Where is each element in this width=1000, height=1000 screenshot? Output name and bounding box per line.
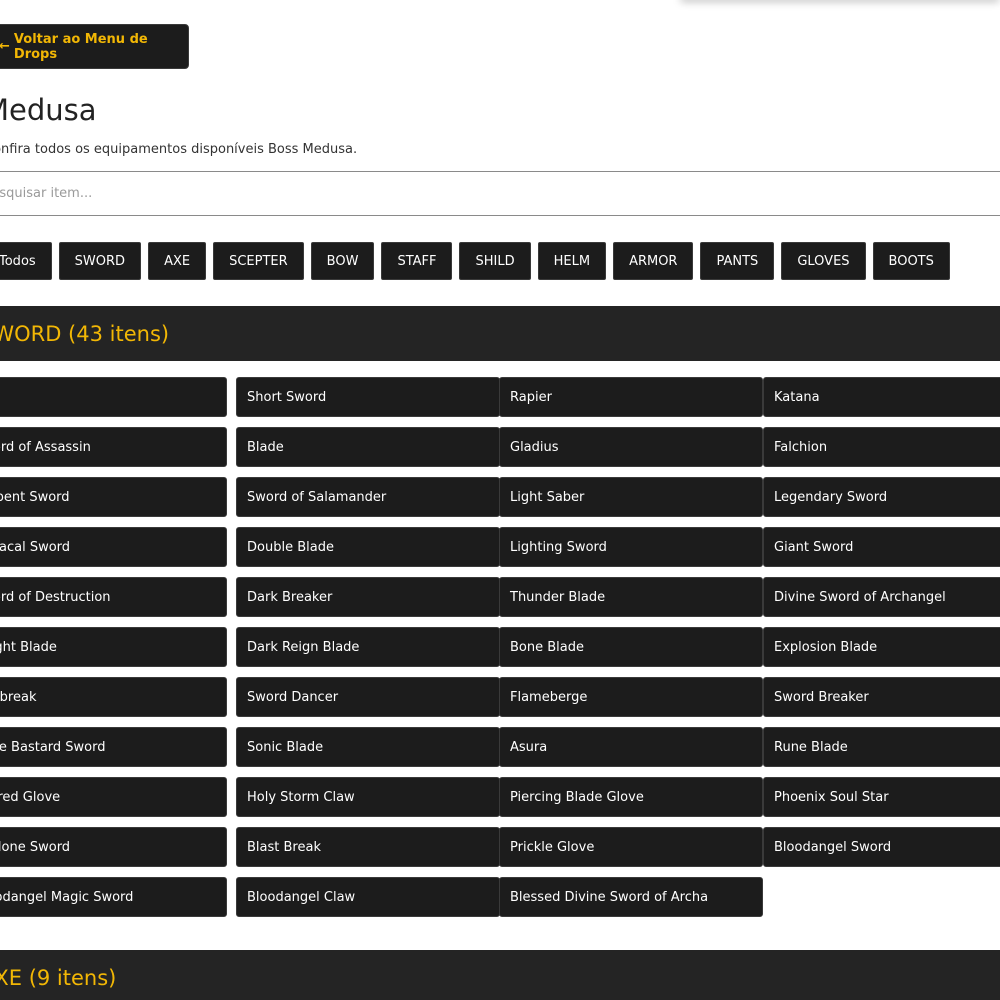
item-card[interactable]: Lighting Sword (499, 527, 763, 567)
filter-button-helm[interactable]: HELM (537, 242, 607, 280)
item-card[interactable]: Heliacal Sword (0, 527, 227, 567)
filter-button-todos[interactable]: Todos (0, 242, 52, 280)
filter-button-boots[interactable]: BOOTS (872, 242, 950, 280)
item-card[interactable]: Sacred Glove (0, 777, 227, 817)
section-title: AXE (9 itens) (0, 965, 117, 990)
item-card[interactable]: Light Saber (499, 477, 763, 517)
item-card[interactable]: Divine Sword of Archangel (763, 577, 1000, 617)
item-card[interactable]: Thunder Blade (499, 577, 763, 617)
page: ← Voltar ao Menu de Drops Medusa Confira… (0, 0, 1000, 1000)
filter-button-bow[interactable]: BOW (310, 242, 375, 280)
filter-button-shild[interactable]: SHILD (459, 242, 531, 280)
item-card[interactable]: Flameberge (499, 677, 763, 717)
item-card[interactable]: Piercing Blade Glove (499, 777, 763, 817)
item-card[interactable]: Short Sword (236, 377, 500, 417)
filter-button-armor[interactable]: ARMOR (613, 242, 694, 280)
search-input[interactable] (0, 171, 1000, 216)
back-to-drops-menu-button[interactable]: ← Voltar ao Menu de Drops (0, 24, 189, 69)
item-card[interactable]: Gladius (499, 427, 763, 467)
item-card[interactable]: Explosion Blade (763, 627, 1000, 667)
item-card[interactable]: Bloodangel Magic Sword (0, 877, 227, 917)
item-card[interactable]: Dark Reign Blade (236, 627, 500, 667)
item-card[interactable]: Double Blade (236, 527, 500, 567)
item-card[interactable]: Sonic Blade (236, 727, 500, 767)
filter-button-pants[interactable]: PANTS (700, 242, 775, 280)
item-card[interactable]: Kris (0, 377, 227, 417)
item-card[interactable]: Bloodangel Claw (236, 877, 500, 917)
item-card[interactable]: Sword of Assassin (0, 427, 227, 467)
category-filter-bar: Todos SWORD AXE SCEPTER BOW STAFF SHILD HELM ARM… (0, 242, 950, 280)
item-card[interactable]: Giant Sword (763, 527, 1000, 567)
item-card[interactable]: Dark Breaker (236, 577, 500, 617)
item-card[interactable]: Sword of Salamander (236, 477, 500, 517)
item-card[interactable]: Rapier (499, 377, 763, 417)
item-card[interactable]: Sword Breaker (763, 677, 1000, 717)
item-card[interactable]: Knight Blade (0, 627, 227, 667)
item-card[interactable]: Blessed Divine Sword of Archa (499, 877, 763, 917)
page-title: Medusa (0, 93, 97, 127)
item-card[interactable]: Bloodangel Sword (763, 827, 1000, 867)
item-card[interactable]: Daybreak (0, 677, 227, 717)
section-title: SWORD (43 itens) (0, 321, 170, 346)
section-header-sword: SWORD (43 itens) (0, 306, 1000, 361)
back-button-label: Voltar ao Menu de Drops (13, 31, 148, 62)
item-card[interactable]: Katana (763, 377, 1000, 417)
item-card[interactable]: Holy Storm Claw (236, 777, 500, 817)
item-card[interactable]: Rune Bastard Sword (0, 727, 227, 767)
arrow-left-icon: ← (0, 39, 10, 54)
section-header-axe: AXE (9 itens) (0, 950, 1000, 1000)
filter-button-gloves[interactable]: GLOVES (781, 242, 866, 280)
item-card[interactable]: Phoenix Soul Star (763, 777, 1000, 817)
item-card[interactable]: Sword of Destruction (0, 577, 227, 617)
item-card[interactable]: Blade (236, 427, 500, 467)
item-card[interactable]: Rune Blade (763, 727, 1000, 767)
item-card[interactable]: Sword Dancer (236, 677, 500, 717)
item-card[interactable]: Prickle Glove (499, 827, 763, 867)
item-card[interactable]: Legendary Sword (763, 477, 1000, 517)
filter-button-sword[interactable]: SWORD (58, 242, 142, 280)
item-card[interactable]: Falchion (763, 427, 1000, 467)
item-card[interactable]: Cyclone Sword (0, 827, 227, 867)
item-card[interactable]: Serpent Sword (0, 477, 227, 517)
page-subtitle: Confira todos os equipamentos disponívei… (0, 142, 358, 157)
filter-button-staff[interactable]: STAFF (381, 242, 453, 280)
item-card[interactable]: Asura (499, 727, 763, 767)
item-card[interactable]: Blast Break (236, 827, 500, 867)
filter-button-scepter[interactable]: SCEPTER (213, 242, 304, 280)
filter-button-axe[interactable]: AXE (148, 242, 207, 280)
item-card[interactable]: Bone Blade (499, 627, 763, 667)
